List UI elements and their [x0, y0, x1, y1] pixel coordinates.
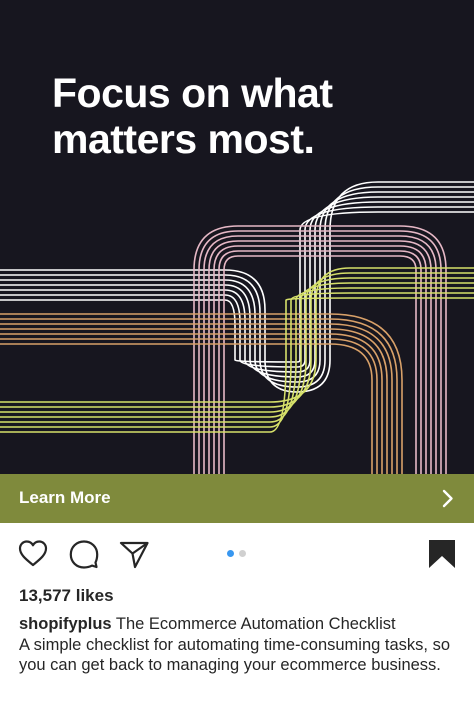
chevron-right-icon [442, 489, 454, 513]
carousel-dot-active [227, 550, 234, 557]
username-link[interactable]: shopifyplus [19, 615, 112, 633]
carousel-indicator [227, 550, 251, 558]
learn-more-button[interactable]: Learn More [0, 474, 474, 523]
post-actions [0, 523, 474, 583]
post-caption: shopifyplus The Ecommerce Automation Che… [19, 614, 459, 676]
likes-count[interactable]: 13,577 likes [19, 586, 114, 606]
carousel-dot [239, 550, 246, 557]
bookmark-icon[interactable] [426, 538, 458, 570]
g-white-line [0, 196, 474, 378]
share-icon[interactable] [118, 538, 150, 570]
ad-image[interactable]: Focus on what matters most. [0, 0, 474, 474]
learn-more-label: Learn More [19, 488, 111, 507]
heart-icon[interactable] [17, 538, 49, 570]
g-orange-line [0, 323, 393, 474]
interlocking-lines-graphic [0, 181, 474, 474]
comment-icon[interactable] [68, 538, 100, 570]
g-orange-line [0, 313, 403, 474]
caption-title: The Ecommerce Automation Checklist [115, 615, 396, 633]
caption-body: A simple checklist for automating time-c… [19, 635, 451, 675]
